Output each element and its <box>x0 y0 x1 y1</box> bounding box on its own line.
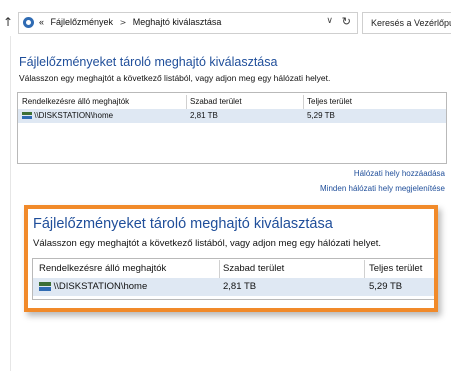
callout-column-header-total-space[interactable]: Teljes terület <box>369 263 422 274</box>
breadcrumb-overflow[interactable]: « <box>39 17 44 27</box>
column-divider <box>364 260 365 278</box>
breadcrumb-select-drive[interactable]: Meghajtó kiválasztása <box>133 17 222 27</box>
column-divider <box>219 260 220 278</box>
file-history-window: ↑ « Fájlelőzmények > Meghajtó kiválasztá… <box>0 0 451 371</box>
drive-free-space: 2,81 TB <box>190 111 218 120</box>
page-title: Fájlelőzményeket tároló meghajtó kiválas… <box>19 55 278 69</box>
callout-drive-total-space: 5,29 TB <box>369 281 403 292</box>
drive-name-cell: \\DISKSTATION\home <box>22 111 113 120</box>
search-placeholder: Keresés a Vezérlőpult <box>371 18 451 28</box>
callout-drive-name-cell: \\DISKSTATION\home <box>39 281 147 292</box>
add-network-location-link[interactable]: Hálózati hely hozzáadása <box>354 169 445 178</box>
drive-list-header: Rendelkezésre álló meghajtók Szabad terü… <box>18 95 446 109</box>
page-description: Válasszon egy meghajtót a következő list… <box>19 73 331 83</box>
drive-list-row[interactable]: \\DISKSTATION\home 2,81 TB 5,29 TB <box>18 109 446 123</box>
breadcrumb-file-history[interactable]: Fájlelőzmények <box>51 17 114 27</box>
up-arrow-icon[interactable]: ↑ <box>3 15 13 29</box>
column-header-total-space[interactable]: Teljes terület <box>307 97 352 106</box>
callout-description: Válasszon egy meghajtót a következő list… <box>33 238 382 249</box>
control-panel-icon <box>23 17 34 28</box>
callout-drive-list-row[interactable]: \\DISKSTATION\home 2,81 TB 5,29 TB <box>33 278 434 296</box>
magnified-callout: Fájlelőzményeket tároló meghajtó kiválas… <box>24 205 438 312</box>
callout-column-header-free-space[interactable]: Szabad terület <box>223 263 284 274</box>
callout-drive-list-header: Rendelkezésre álló meghajtók Szabad terü… <box>33 260 434 278</box>
drive-list[interactable]: Rendelkezésre álló meghajtók Szabad terü… <box>17 92 447 164</box>
drive-name: \\DISKSTATION\home <box>34 111 114 120</box>
network-drive-icon <box>22 112 32 120</box>
column-divider <box>303 95 304 109</box>
address-bar: ↑ « Fájlelőzmények > Meghajtó kiválasztá… <box>0 10 451 36</box>
drive-total-space: 5,29 TB <box>307 111 335 120</box>
callout-drive-name: \\DISKSTATION\home <box>53 281 148 292</box>
chevron-down-icon[interactable]: ∨ <box>326 16 333 26</box>
column-divider <box>186 95 187 109</box>
column-header-drives[interactable]: Rendelkezésre álló meghajtók <box>22 97 129 106</box>
address-field[interactable]: « Fájlelőzmények > Meghajtó kiválasztása… <box>18 12 358 34</box>
callout-drive-free-space: 2,81 TB <box>223 281 257 292</box>
callout-title: Fájlelőzményeket tároló meghajtó kiválas… <box>33 216 333 232</box>
network-drive-icon <box>39 281 51 291</box>
breadcrumb: « Fájlelőzmények > Meghajtó kiválasztása <box>39 17 225 27</box>
show-all-network-locations-link[interactable]: Minden hálózati hely megjelenítése <box>320 184 445 193</box>
column-header-free-space[interactable]: Szabad terület <box>190 97 242 106</box>
search-input[interactable]: Keresés a Vezérlőpult <box>362 12 451 34</box>
breadcrumb-separator-icon: > <box>119 18 127 27</box>
navigation-pane-divider <box>10 36 11 371</box>
callout-drive-list[interactable]: Rendelkezésre álló meghajtók Szabad terü… <box>32 258 434 300</box>
refresh-icon[interactable]: ↻ <box>342 15 351 28</box>
callout-column-header-drives[interactable]: Rendelkezésre álló meghajtók <box>39 263 166 274</box>
